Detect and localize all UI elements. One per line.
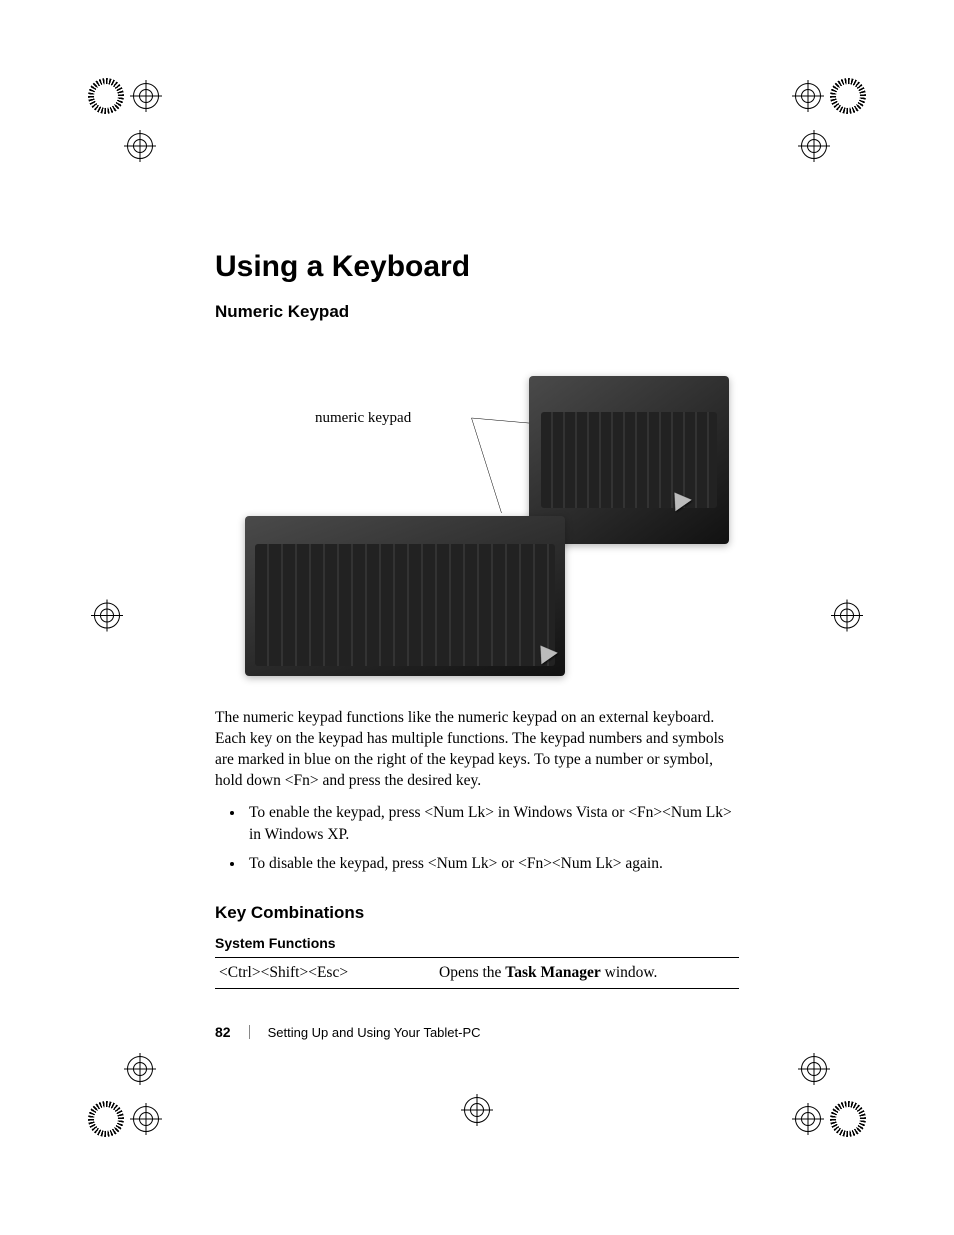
content-area: Using a Keyboard Numeric Keypad numeric …	[215, 250, 739, 989]
key-combo-cell: <Ctrl><Shift><Esc>	[219, 964, 439, 982]
registration-dot-icon	[830, 1101, 866, 1137]
crop-mark-top-right	[766, 78, 866, 178]
paragraph-numeric-keypad: The numeric keypad functions like the nu…	[215, 708, 739, 792]
section-heading-key-combinations: Key Combinations	[215, 903, 739, 923]
crop-target-icon	[796, 1107, 820, 1131]
crop-target-icon	[95, 603, 119, 627]
key-desc-suffix: window.	[601, 964, 658, 981]
crop-mark-bottom-right	[766, 1057, 866, 1157]
crop-mark-bottom-left	[88, 1057, 188, 1157]
crop-mark-mid-left	[95, 603, 119, 632]
crop-target-icon	[802, 134, 826, 158]
section-heading-numeric-keypad: Numeric Keypad	[215, 302, 739, 322]
figure-image-external-keyboard	[245, 516, 565, 676]
key-combinations-table: <Ctrl><Shift><Esc> Opens the Task Manage…	[215, 957, 739, 989]
page-number: 82	[215, 1024, 231, 1040]
bullet-item: To disable the keypad, press <Num Lk> or…	[245, 853, 739, 875]
crop-target-icon	[465, 1098, 489, 1122]
registration-dot-icon	[830, 78, 866, 114]
crop-target-icon	[134, 84, 158, 108]
page-title: Using a Keyboard	[215, 250, 739, 284]
chapter-title: Setting Up and Using Your Tablet-PC	[268, 1025, 481, 1040]
crop-target-icon	[128, 134, 152, 158]
crop-target-icon	[796, 84, 820, 108]
key-desc-bold: Task Manager	[505, 964, 600, 981]
crop-target-icon	[128, 1057, 152, 1081]
registration-dot-icon	[88, 1101, 124, 1137]
crop-target-icon	[802, 1057, 826, 1081]
crop-mark-top-left	[88, 78, 188, 178]
registration-dot-icon	[88, 78, 124, 114]
crop-target-icon	[835, 603, 859, 627]
page: Using a Keyboard Numeric Keypad numeric …	[0, 0, 954, 1235]
bullet-item: To enable the keypad, press <Num Lk> in …	[245, 802, 739, 847]
figure-numeric-keypad: numeric keypad	[215, 346, 739, 676]
page-footer: 82 Setting Up and Using Your Tablet-PC	[215, 1024, 481, 1040]
crop-mark-mid-right	[835, 603, 859, 632]
figure-caption: numeric keypad	[315, 410, 411, 427]
crop-target-icon	[134, 1107, 158, 1131]
bullet-list: To enable the keypad, press <Num Lk> in …	[215, 802, 739, 875]
key-desc-prefix: Opens the	[439, 964, 505, 981]
subsection-heading-system-functions: System Functions	[215, 935, 739, 951]
table-row: <Ctrl><Shift><Esc> Opens the Task Manage…	[215, 958, 739, 988]
crop-mark-mid-bottom	[465, 1098, 489, 1127]
footer-divider-icon	[249, 1025, 250, 1039]
key-desc-cell: Opens the Task Manager window.	[439, 964, 657, 982]
